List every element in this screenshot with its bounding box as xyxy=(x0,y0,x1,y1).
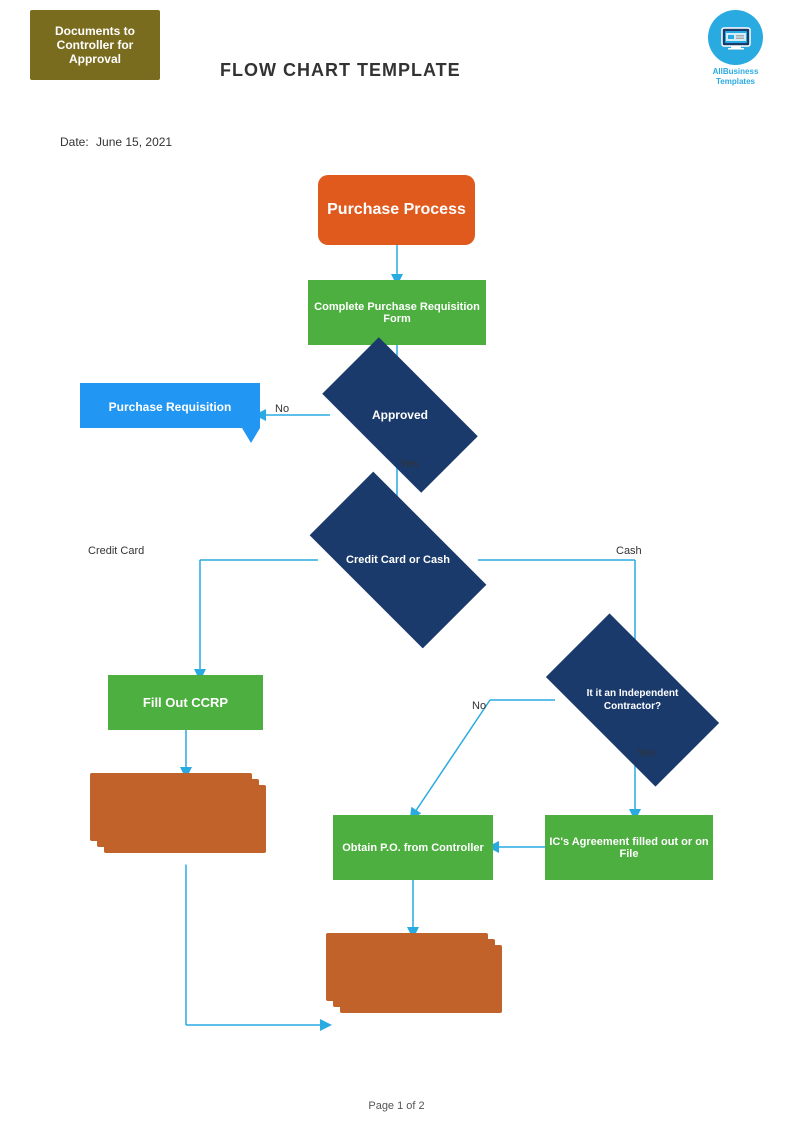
cc-diamond-shape xyxy=(310,472,487,649)
independent-contractor-diamond: It it an Independent Contractor? xyxy=(555,655,710,745)
no-label-ic: No xyxy=(472,700,486,712)
docs-label: Documents to Controller for Approval xyxy=(46,24,144,66)
no-label-approved: No xyxy=(275,403,289,415)
obtain-po-box: Obtain P.O. from Controller xyxy=(333,815,493,880)
obtain-po-label: Obtain P.O. from Controller xyxy=(342,842,484,854)
invoice-ccpr-stack: Invoice CCPR xyxy=(90,773,280,863)
date-label: Date: xyxy=(60,135,89,149)
fill-ccrp-box: Fill Out CCRP xyxy=(108,675,263,730)
purchase-process-box: Purchase Process xyxy=(318,175,475,245)
purchase-requisition-label: Purchase Requisition xyxy=(109,400,232,414)
date-value: June 15, 2021 xyxy=(96,135,172,149)
invoice-ccpr-docs: Invoice CCPR xyxy=(90,773,280,863)
credit-card-label: Credit Card xyxy=(88,545,144,557)
logo-area: AllBusinessTemplates xyxy=(708,10,763,86)
header: Documents to Controller for Approval FLO… xyxy=(0,10,793,81)
invoice-ccpr-label: Invoice CCPR xyxy=(90,854,266,868)
doc-po-page-1 xyxy=(326,933,488,1001)
ics-agreement-label: IC's Agreement filled out or on File xyxy=(545,836,713,860)
purchase-process-label: Purchase Process xyxy=(327,201,466,219)
docs-box: Documents to Controller for Approval xyxy=(30,10,160,80)
doc-page-1 xyxy=(90,773,252,841)
logo-text: AllBusinessTemplates xyxy=(708,67,763,86)
date-line: Date: June 15, 2021 xyxy=(60,135,172,149)
page-number: Page 1 of 2 xyxy=(368,1100,424,1112)
invoice-po-label: Invoice P.O. xyxy=(326,1014,502,1028)
invoice-po-stack: Invoice P.O. xyxy=(326,933,516,1023)
title-area: FLOW CHART TEMPLATE xyxy=(220,10,461,81)
ics-agreement-box: IC's Agreement filled out or on File xyxy=(545,815,713,880)
fill-ccrp-label: Fill Out CCRP xyxy=(143,695,228,710)
yes-label-ic: Yes xyxy=(637,747,655,759)
yes-label-approved: Yes xyxy=(400,458,418,470)
complete-form-box: Complete Purchase Requisition Form xyxy=(308,280,486,345)
credit-card-cash-diamond: Credit Card or Cash xyxy=(318,515,478,605)
ic-diamond-shape xyxy=(546,613,719,786)
logo-icon xyxy=(708,10,763,65)
cash-label: Cash xyxy=(616,545,642,557)
complete-form-label: Complete Purchase Requisition Form xyxy=(308,301,486,325)
approved-diamond: Approved xyxy=(330,375,470,455)
flowchart: Purchase Process Complete Purchase Requi… xyxy=(0,155,793,1122)
purchase-requisition-ribbon: Purchase Requisition xyxy=(80,383,260,443)
invoice-po-docs: Invoice P.O. xyxy=(326,933,516,1023)
page-title: FLOW CHART TEMPLATE xyxy=(220,60,461,81)
